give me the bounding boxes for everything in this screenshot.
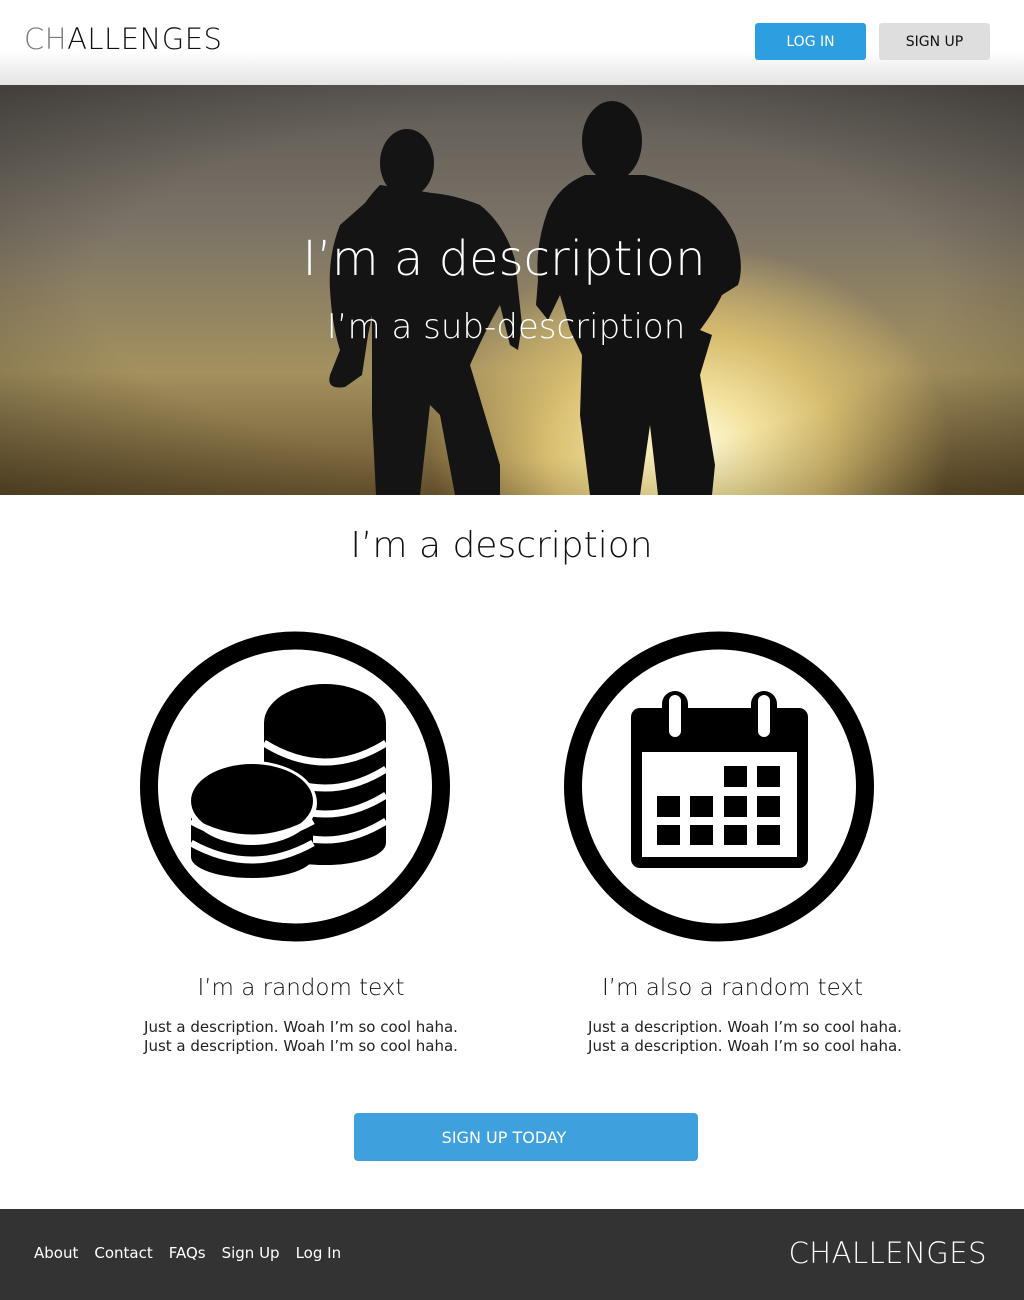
footer-link-about[interactable]: About [34, 1244, 78, 1262]
footer-link-faqs[interactable]: FAQs [169, 1244, 206, 1262]
hero-banner: I’m a description I’m a sub-description [0, 85, 1024, 495]
feature-heading-coins: I’m a random text [197, 975, 405, 1001]
site-logo[interactable]: CHALLENGES [24, 22, 222, 56]
hero-subtitle: I’m a sub-description [326, 307, 686, 347]
feature-description-coins: Just a description. Woah I’m so cool hah… [144, 1018, 458, 1055]
feature-description-calendar: Just a description. Woah I’m so cool hah… [588, 1018, 902, 1055]
footer-link-log-in[interactable]: Log In [296, 1244, 342, 1262]
coins-icon [140, 631, 450, 942]
feature-heading-calendar: I’m also a random text [602, 975, 863, 1001]
hero-title: I’m a description [302, 231, 706, 287]
footer-link-sign-up[interactable]: Sign Up [222, 1244, 280, 1262]
site-header: CHALLENGES LOG IN SIGN UP [0, 0, 1024, 85]
footer-logo[interactable]: CHALLENGES [789, 1236, 987, 1270]
login-button[interactable]: LOG IN [755, 23, 866, 60]
sign-up-today-button[interactable]: SIGN UP TODAY [354, 1113, 698, 1161]
calendar-icon [564, 631, 874, 942]
site-footer: About Contact FAQs Sign Up Log In CHALLE… [0, 1209, 1024, 1300]
runners-silhouette-image [0, 85, 1024, 495]
signup-button[interactable]: SIGN UP [879, 23, 990, 60]
footer-link-contact[interactable]: Contact [94, 1244, 152, 1262]
footer-nav: About Contact FAQs Sign Up Log In [34, 1244, 341, 1262]
section-title: I’m a description [350, 525, 653, 566]
